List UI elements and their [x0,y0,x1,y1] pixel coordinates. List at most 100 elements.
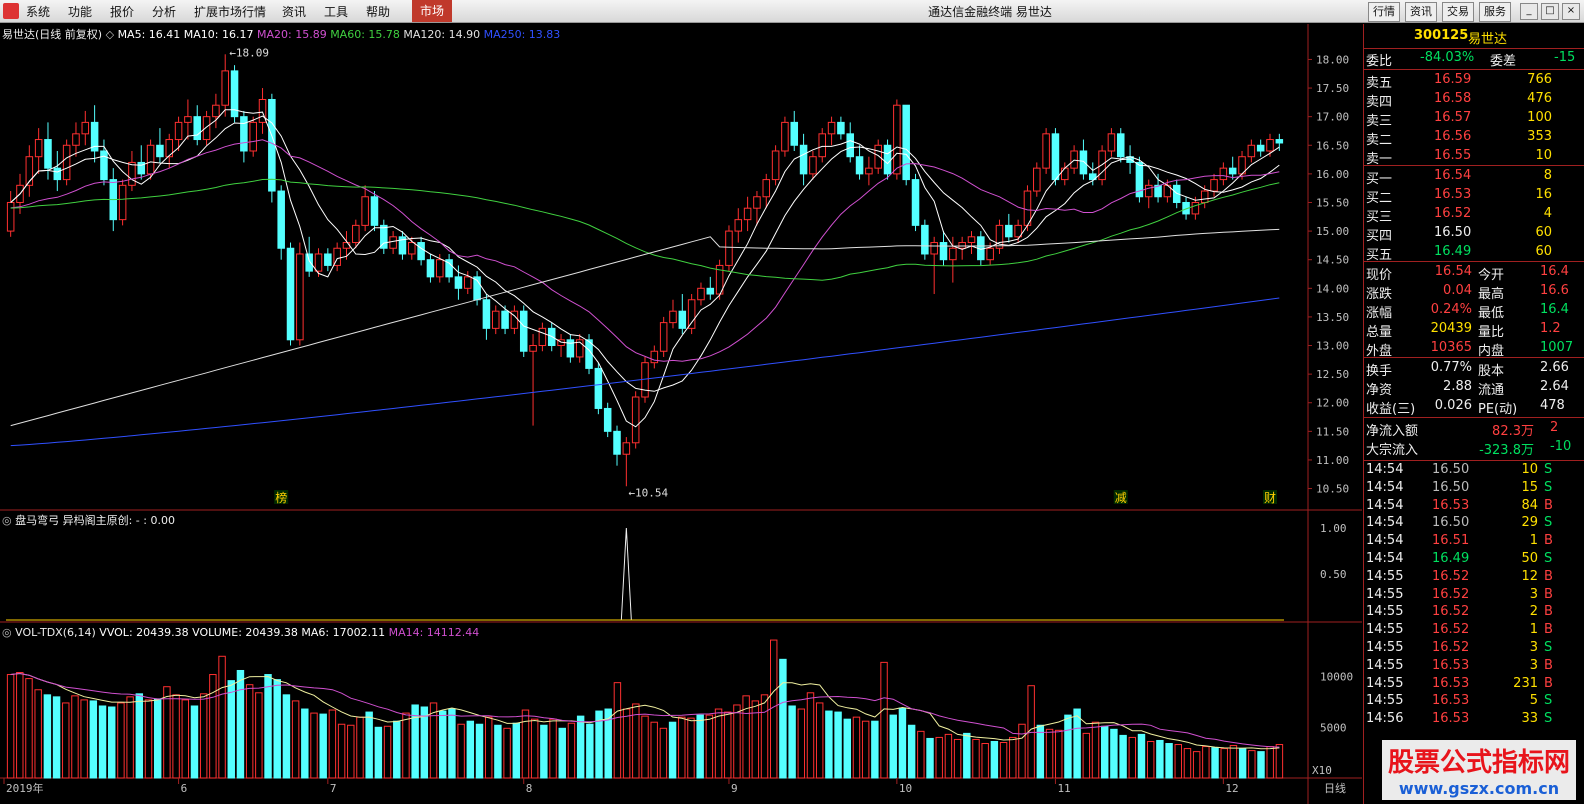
candle-body [893,104,901,175]
volume-bar [301,708,309,779]
fundamental-label: 股本 [1478,364,1505,379]
kline-chart[interactable]: 18.00 17.50 17.00 16.50 16.00 15.50 15.00 14.50… [0,24,1362,804]
bid-row[interactable]: 买一 16.54 8 [1364,168,1584,187]
event-marker[interactable]: 财 [1264,491,1276,505]
bid-row[interactable]: 买二 16.53 16 [1364,187,1584,206]
top-button-service[interactable]: 服务 [1479,2,1511,22]
top-button-quotes[interactable]: 行情 [1368,2,1400,22]
tick-direction: S [1544,711,1553,727]
watermark: 股票公式指标网 www.gszx.com.cn [1381,740,1576,800]
tick-time: 14:54 [1366,462,1404,477]
menu-quote[interactable]: 报价 [110,3,134,20]
menu-market[interactable]: 市场 [412,0,453,22]
bid-row[interactable]: 买三 16.52 4 [1364,206,1584,225]
tick-time: 14:55 [1366,604,1404,620]
stat-label: 最高 [1478,287,1505,302]
app-logo-icon [3,3,19,19]
volume-bar [117,702,125,779]
candle-body [883,144,892,175]
volume-bar [319,713,327,779]
tick-volume: 1 [1529,622,1538,638]
ask-row[interactable]: 卖三 16.57 100 [1364,110,1584,129]
volume-bar [871,720,879,779]
volume-bar [668,721,677,779]
fundamental-label: PE(动) [1478,402,1518,417]
volume-bar [586,723,594,779]
level-label: 卖二 [1366,133,1393,148]
tick-time: 14:54 [1366,497,1404,513]
high-marker: ←18.09 [229,46,269,59]
volume-bar [1100,725,1109,779]
menu-help[interactable]: 帮助 [366,3,390,20]
volume-bar [696,714,704,779]
tick-direction: S [1544,551,1553,566]
level-label: 卖四 [1366,95,1393,110]
ask-row[interactable]: 卖二 16.56 353 [1364,129,1584,148]
tick-row: 14:55 16.52 3 S [1364,640,1584,659]
stat-label: 最低 [1478,306,1505,321]
fund-flow-value: -323.8万 [1479,443,1534,458]
volume-bar [494,724,502,779]
maximize-icon[interactable]: □ [1541,3,1559,20]
candle-body [389,236,397,249]
level-volume: 100 [1527,110,1552,125]
ask-row[interactable]: 卖五 16.59 766 [1364,72,1584,91]
indicator-tick-label: 0.50 [1320,568,1347,581]
volume-bar [558,727,566,779]
ma-line-ma60 [10,178,1280,281]
candle-body [678,310,687,329]
menu-analysis[interactable]: 分析 [152,3,176,20]
event-marker[interactable]: 减 [1115,491,1127,505]
volume-bar [80,699,88,779]
event-marker[interactable]: 榜 [275,490,287,505]
menu-function[interactable]: 功能 [68,3,92,20]
minimize-icon[interactable]: _ [1520,3,1538,20]
volume-bar [1082,732,1091,779]
level-price: 16.58 [1434,91,1472,106]
volume-bar [466,720,475,779]
menu-system[interactable]: 系统 [26,3,50,20]
price-tick-label: 10.50 [1316,483,1349,496]
volume-bar [16,672,24,779]
x-tick-label: 9 [731,782,738,795]
menu-news[interactable]: 资讯 [282,3,306,20]
volume-bar [963,732,971,779]
volume-bar [926,737,934,779]
close-icon[interactable]: × [1562,3,1580,20]
tick-row: 14:55 16.52 1 B [1364,622,1584,641]
tick-volume: 3 [1529,586,1538,602]
tick-price: 16.52 [1432,586,1470,602]
weibi-row: 委比 -84.03% 委差 -15 [1364,50,1584,69]
volume-bar [245,684,254,779]
candle-body [408,242,416,255]
volume-bar [439,710,447,779]
candle-body [659,322,668,352]
watermark-title: 股票公式指标网 [1387,748,1570,778]
candle-body [1042,133,1050,169]
level-volume: 10 [1535,148,1552,163]
ask-row[interactable]: 卖四 16.58 476 [1364,91,1584,110]
bid-row[interactable]: 买四 16.50 60 [1364,225,1584,244]
candle-body [790,121,799,146]
candle-body [865,167,873,175]
top-button-trade[interactable]: 交易 [1442,2,1474,22]
fundamental-value: 478 [1540,398,1565,413]
level-label: 卖五 [1366,76,1393,91]
volume-bar [852,716,861,779]
tick-time: 14:55 [1366,568,1404,584]
top-button-news[interactable]: 资讯 [1405,2,1437,22]
volume-bar [475,723,484,779]
volume-bar [163,686,171,779]
candle-body [53,167,62,181]
fund-flow-extra: 2 [1550,420,1559,435]
menu-extended-market[interactable]: 扩展市场行情 [194,3,266,20]
level-price: 16.54 [1434,168,1472,183]
tick-time: 14:54 [1366,515,1404,531]
candle-body [1023,190,1032,226]
volume-bar [255,692,263,779]
menu-tools[interactable]: 工具 [324,3,348,20]
volume-bar [512,722,520,779]
weibi-label: 委比 [1366,54,1393,69]
volume-bar [1156,739,1164,779]
level-price: 16.49 [1434,244,1472,259]
